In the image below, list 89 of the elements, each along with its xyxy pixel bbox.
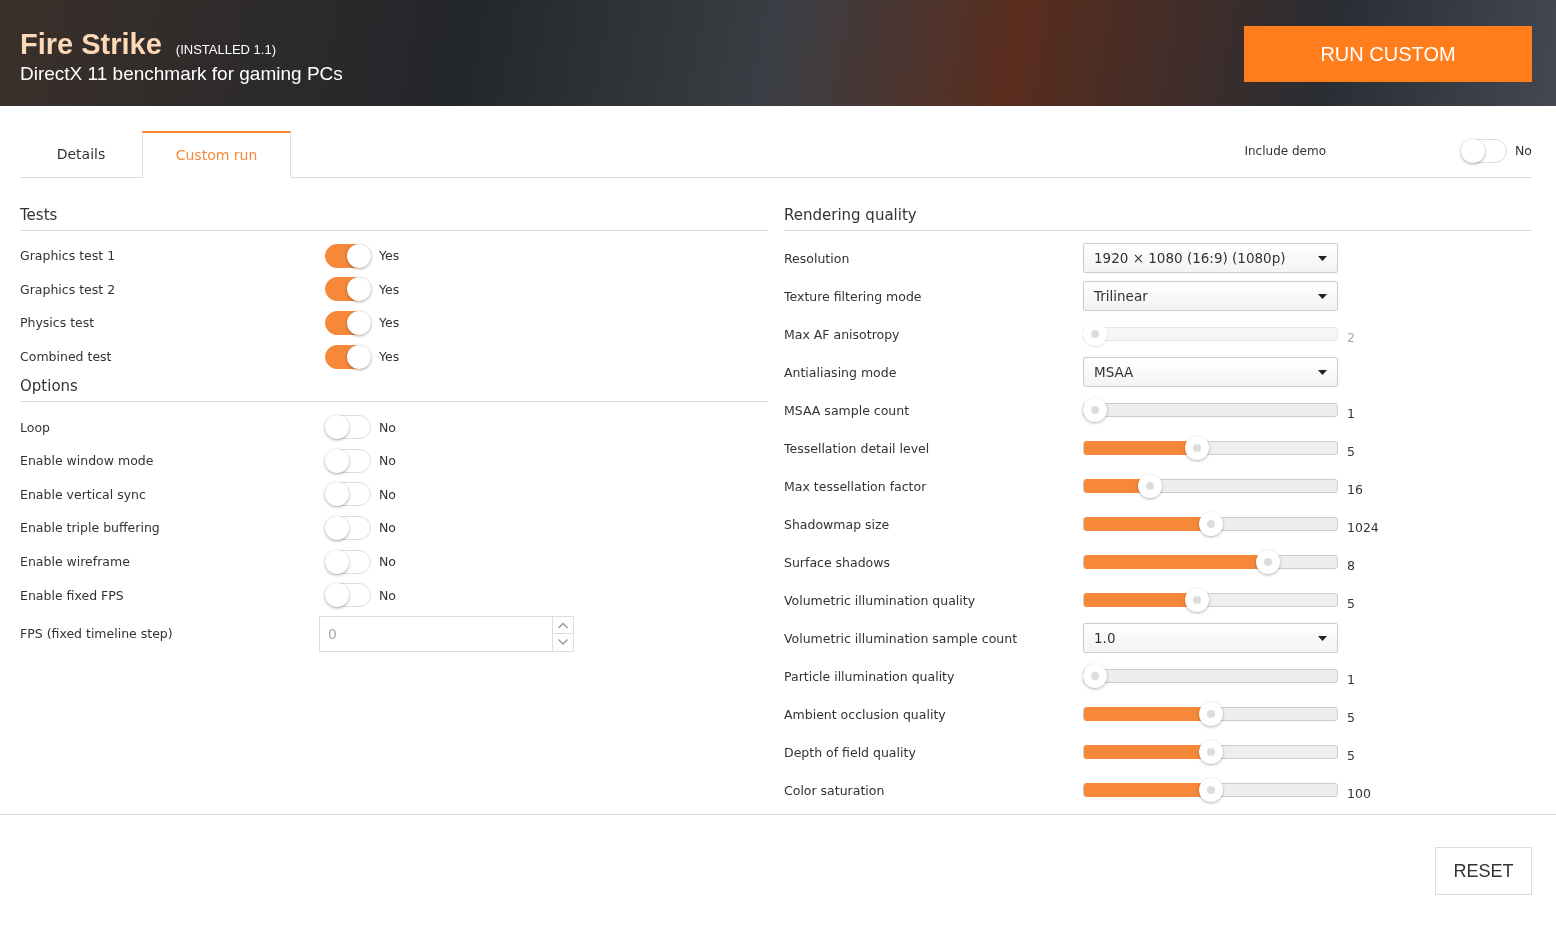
slider-thumb[interactable] [1184, 588, 1209, 612]
include-demo-label: Include demo [1244, 143, 1326, 158]
setting-label: Surface shadows [784, 554, 891, 570]
caret-icon [1318, 369, 1327, 375]
section-title: Tests [20, 206, 768, 231]
slider[interactable] [1083, 739, 1338, 765]
setting-label: Antialiasing mode [784, 364, 898, 380]
caret-icon [1318, 635, 1327, 641]
slider[interactable] [1083, 397, 1338, 423]
slider[interactable] [1083, 663, 1338, 689]
setting-label: Max AF anisotropy [784, 326, 901, 342]
setting-label: Volumetric illumination quality [784, 592, 977, 608]
option-label: Combined test [20, 349, 113, 365]
toggle-state-text: Yes [379, 315, 400, 331]
option-label: Enable triple buffering [20, 520, 161, 536]
option-label: Graphics test 2 [20, 281, 117, 297]
slider-thumb[interactable] [1198, 512, 1223, 536]
slider-thumb[interactable] [1198, 778, 1223, 802]
toggle-state-text: No [379, 419, 396, 435]
slider-thumb[interactable] [1083, 664, 1107, 688]
toggle-switch[interactable] [325, 243, 371, 268]
slider-value: 16 [1347, 481, 1363, 497]
toggle-state-text: Yes [379, 281, 400, 297]
slider[interactable] [1083, 777, 1338, 803]
option-label: Physics test [20, 315, 96, 331]
setting-label: MSAA sample count [784, 402, 911, 418]
slider-value: 1 [1347, 405, 1355, 421]
section-title: Rendering quality [784, 206, 1532, 231]
slider-thumb[interactable] [1198, 740, 1223, 764]
caret-icon [1318, 255, 1327, 261]
dropdown[interactable]: Trilinear [1083, 281, 1338, 311]
slider-thumb[interactable] [1198, 702, 1223, 726]
setting-label: Ambient occlusion quality [784, 706, 947, 722]
setting-label: Texture filtering mode [784, 288, 923, 304]
slider-thumb[interactable] [1256, 550, 1281, 574]
slider-value: 5 [1347, 709, 1355, 725]
toggle-state-text: No [379, 587, 396, 603]
toggle-state-text: No [379, 486, 396, 502]
option-label: Enable vertical sync [20, 486, 147, 502]
slider[interactable] [1083, 435, 1338, 461]
slider[interactable] [1083, 549, 1338, 575]
slider[interactable] [1083, 587, 1338, 613]
setting-label: Tessellation detail level [784, 440, 931, 456]
toggle-switch[interactable] [325, 277, 371, 302]
toggle-switch[interactable] [325, 311, 371, 335]
dropdown[interactable]: MSAA [1083, 357, 1338, 387]
toggle-state-text: No [379, 554, 396, 570]
caret-icon [1318, 293, 1327, 299]
dropdown[interactable]: 1920 × 1080 (16:9) (1080p) [1083, 243, 1338, 273]
slider[interactable] [1083, 511, 1338, 537]
slider-value: 2 [1347, 329, 1355, 345]
slider-thumb[interactable] [1184, 436, 1209, 460]
slider-value: 5 [1347, 747, 1355, 763]
setting-label: Max tessellation factor [784, 478, 928, 494]
setting-label: Depth of field quality [784, 744, 917, 760]
option-label: Graphics test 1 [20, 248, 117, 264]
setting-label: Color saturation [784, 782, 886, 798]
benchmark-subtitle: DirectX 11 benchmark for gaming PCs [20, 63, 343, 85]
slider[interactable] [1083, 701, 1338, 727]
slider-value: 1 [1347, 671, 1355, 687]
setting-label: Volumetric illumination sample count [784, 630, 1019, 646]
slider-thumb[interactable] [1138, 474, 1163, 498]
slider-value: 8 [1347, 557, 1355, 573]
setting-label: Resolution [784, 250, 851, 266]
reset-button[interactable]: RESET [1435, 847, 1532, 895]
section-title: Options [20, 377, 768, 403]
slider-value: 5 [1347, 443, 1355, 459]
option-label: Enable window mode [20, 453, 155, 469]
option-label: FPS (fixed timeline step) [20, 626, 174, 642]
toggle-state-text: Yes [379, 248, 400, 264]
option-label: Enable wireframe [20, 554, 131, 570]
dropdown[interactable]: 1.0 [1083, 623, 1338, 653]
toggle-state-text: No [379, 520, 396, 536]
toggle-switch[interactable] [325, 344, 371, 369]
option-label: Loop [20, 419, 51, 435]
benchmark-title: Fire Strike [20, 28, 162, 61]
slider-value: 5 [1347, 595, 1355, 611]
setting-label: Particle illumination quality [784, 668, 956, 684]
toggle-state-text: No [379, 453, 396, 469]
setting-label: Shadowmap size [784, 516, 891, 532]
slider-value: 1024 [1347, 519, 1379, 535]
toggle-state-text: Yes [379, 349, 400, 365]
toggle-state-text: No [1515, 143, 1532, 158]
slider-value: 100 [1347, 785, 1371, 801]
version-text: (INSTALLED 1.1) [175, 42, 277, 57]
slider-thumb[interactable] [1083, 398, 1107, 422]
slider[interactable] [1083, 473, 1338, 499]
tab[interactable]: Details [20, 131, 142, 177]
option-label: Enable fixed FPS [20, 587, 125, 603]
